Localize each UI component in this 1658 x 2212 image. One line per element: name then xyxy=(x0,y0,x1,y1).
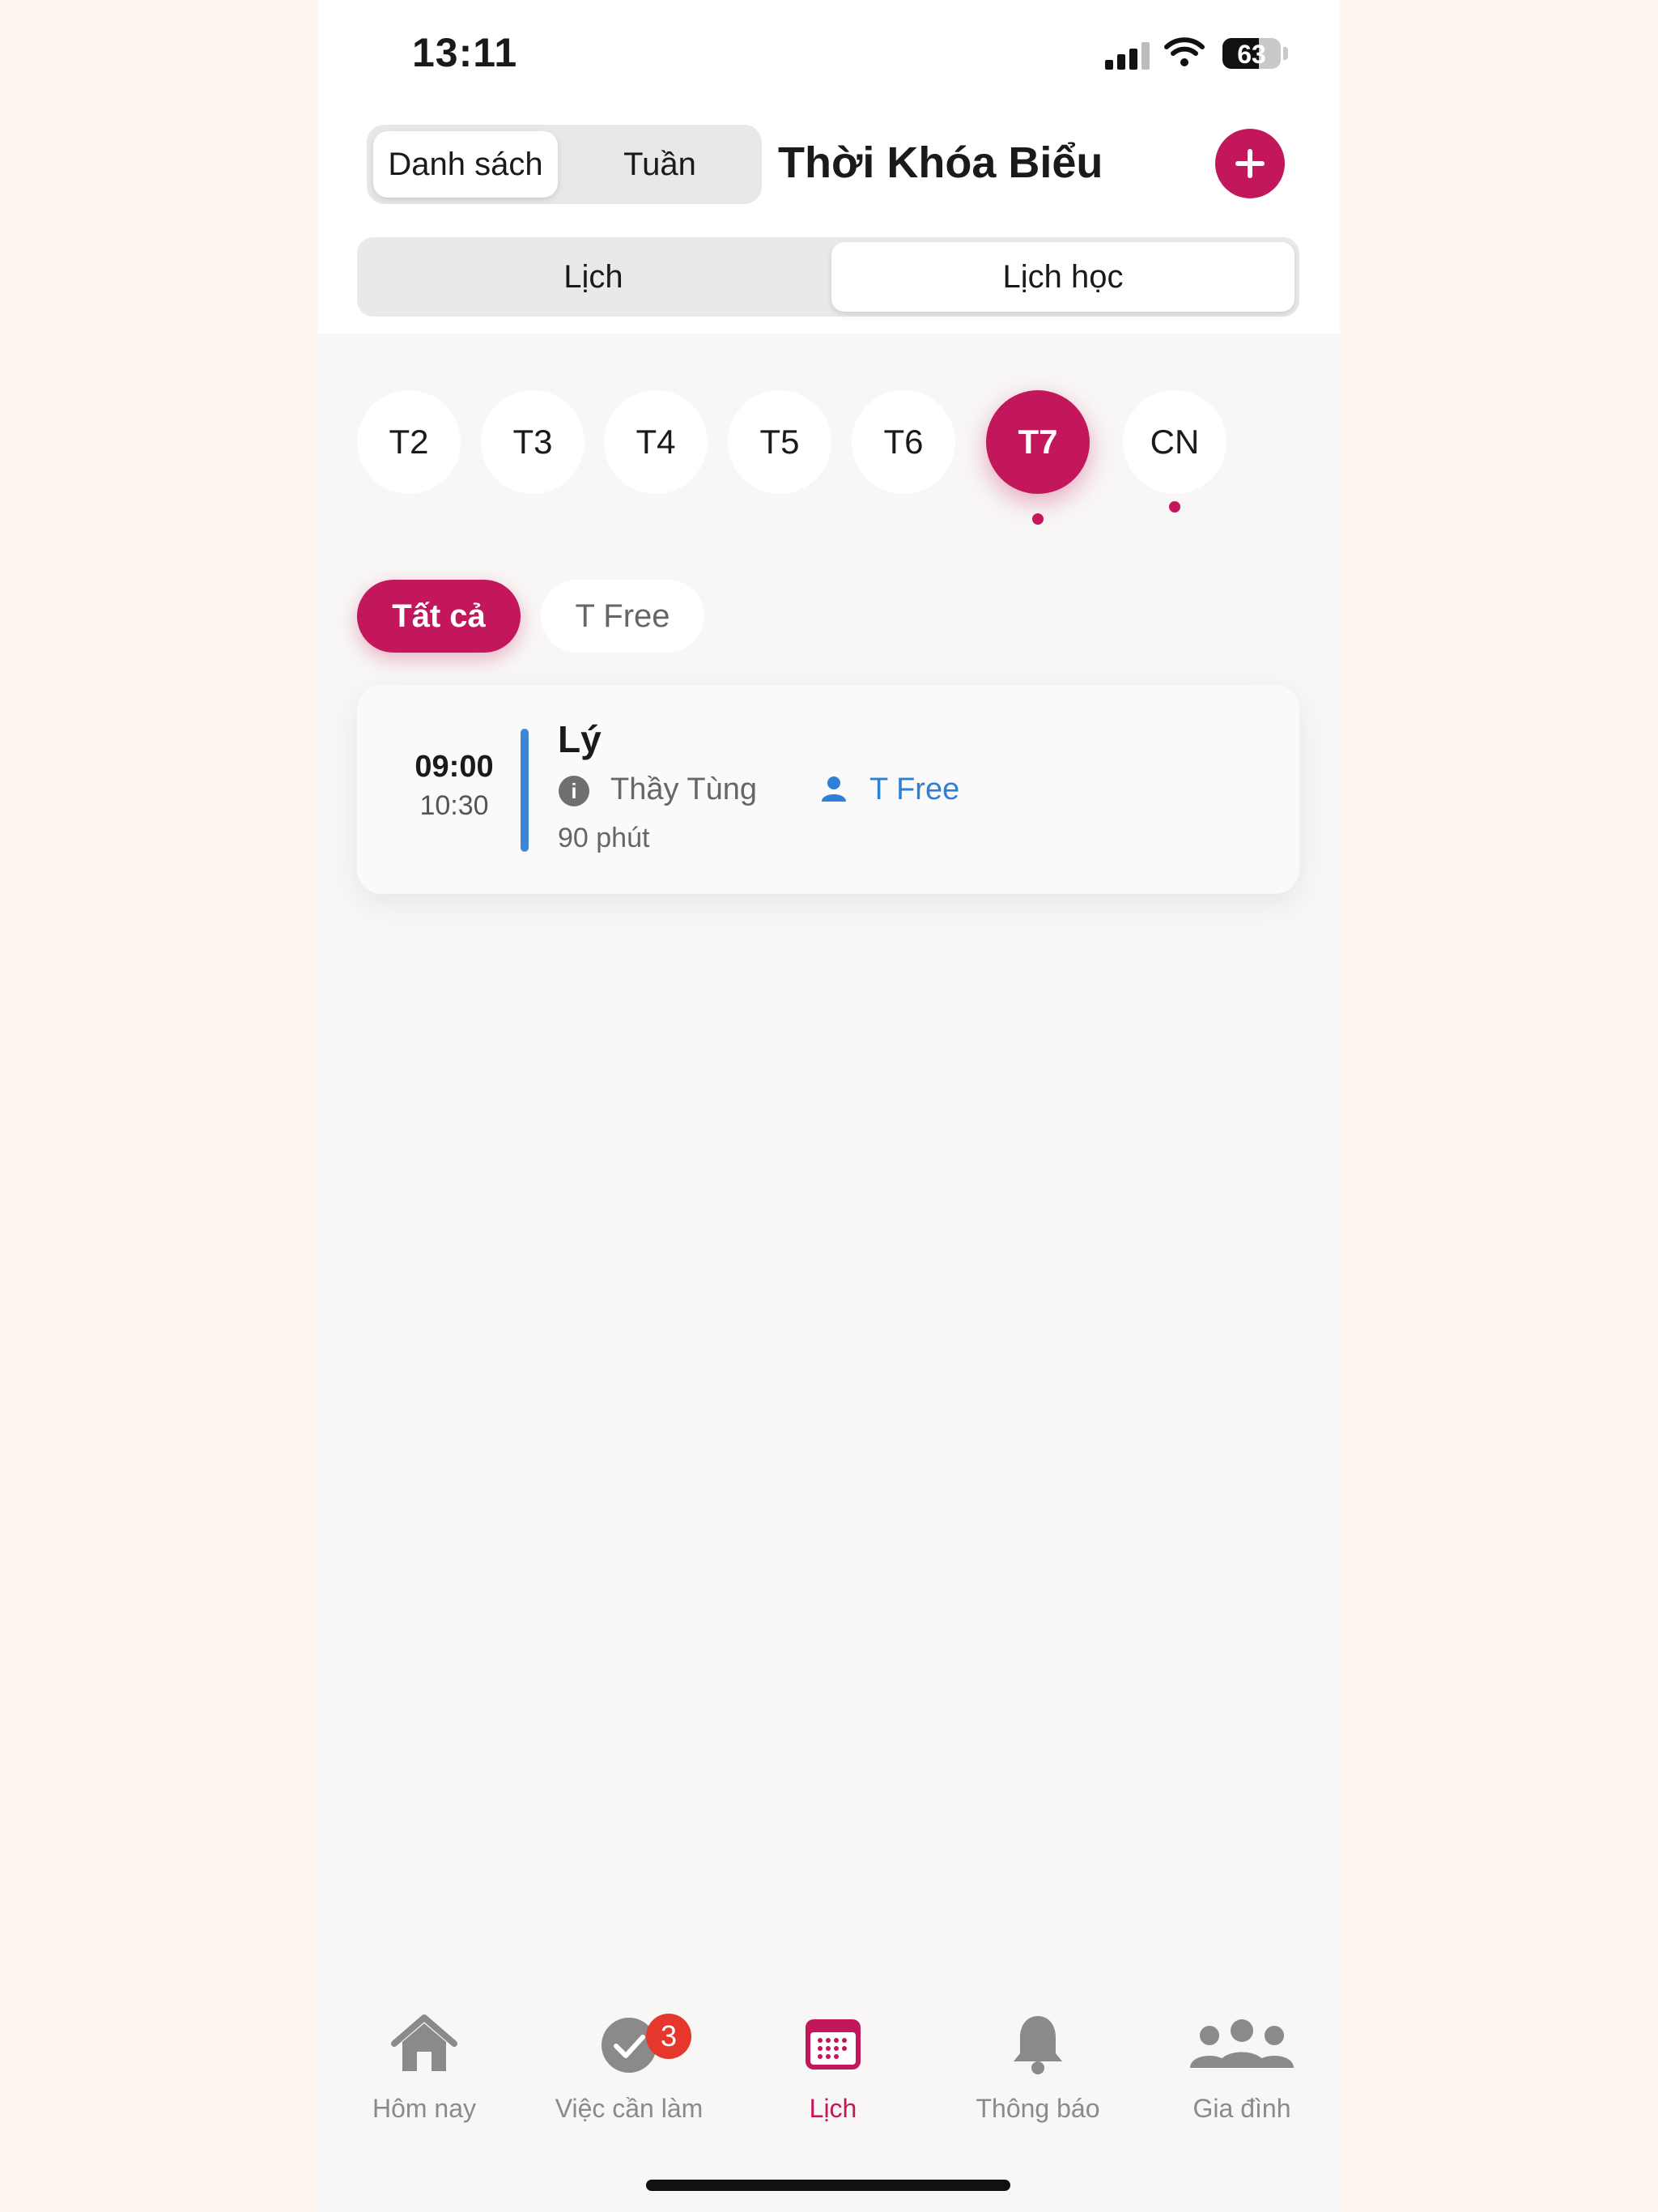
battery-percent: 63 xyxy=(1237,40,1266,69)
phone-screen: 13:11 63 Danh sách Tuần Thời Khóa Biểu L… xyxy=(318,0,1340,2212)
wifi-icon xyxy=(1164,37,1205,66)
day-cn[interactable]: CN xyxy=(1123,390,1226,494)
home-icon xyxy=(391,2014,457,2071)
home-indicator xyxy=(646,2180,1010,2191)
day-t7[interactable]: T7 xyxy=(986,390,1090,494)
class-teacher: Thầy Tùng xyxy=(610,772,757,806)
status-time: 13:11 xyxy=(412,30,518,75)
view-week-button[interactable]: Tuần xyxy=(564,131,755,198)
view-list-button[interactable]: Danh sách xyxy=(373,131,558,198)
filter-all-chip[interactable]: Tất cả xyxy=(357,580,521,653)
mode-tabs: Lịch Lịch học xyxy=(357,237,1299,317)
battery-cap xyxy=(1283,47,1288,60)
class-duration: 90 phút xyxy=(558,823,650,853)
calendar-icon xyxy=(806,2019,861,2069)
bell-icon xyxy=(1014,2016,1062,2074)
day-t3[interactable]: T3 xyxy=(481,390,585,494)
page-title: Thời Khóa Biểu xyxy=(778,138,1103,187)
day-t4[interactable]: T4 xyxy=(604,390,708,494)
nav-family-label: Gia đình xyxy=(1192,2094,1291,2123)
tab-class-schedule[interactable]: Lịch học xyxy=(831,242,1295,312)
day-t6[interactable]: T6 xyxy=(852,390,955,494)
nav-notifications-label: Thông báo xyxy=(976,2094,1100,2123)
nav-todo-label: Việc cần làm xyxy=(555,2094,704,2123)
signal-icon xyxy=(1105,42,1150,70)
event-dot-cn xyxy=(1169,501,1180,513)
class-card[interactable]: 09:00 10:30 Lý i Thầy Tùng T Free 90 phú… xyxy=(357,685,1299,894)
nav-todo[interactable]: Việc cần làm xyxy=(536,2011,722,2123)
nav-family[interactable]: Gia đình xyxy=(1149,2011,1335,2123)
family-icon xyxy=(1190,2019,1294,2068)
nav-notifications[interactable]: Thông báo xyxy=(945,2011,1131,2123)
filter-t-free-chip[interactable]: T Free xyxy=(541,580,704,653)
view-toggle: Danh sách Tuần xyxy=(367,125,762,204)
info-icon: i xyxy=(559,776,589,806)
tab-calendar[interactable]: Lịch xyxy=(362,242,825,312)
event-dot-t7 xyxy=(1032,513,1044,525)
nav-home[interactable]: Hôm nay xyxy=(331,2011,517,2123)
battery-icon: 63 xyxy=(1222,38,1281,69)
day-t2[interactable]: T2 xyxy=(357,390,461,494)
todo-count-badge: 3 xyxy=(646,2014,691,2059)
day-t5[interactable]: T5 xyxy=(728,390,831,494)
person-icon xyxy=(822,776,846,802)
nav-calendar-label: Lịch xyxy=(809,2094,857,2123)
class-color-bar xyxy=(521,729,529,852)
add-button[interactable] xyxy=(1215,129,1285,198)
nav-calendar[interactable]: Lịch xyxy=(740,2011,926,2123)
class-subject: Lý xyxy=(558,718,602,760)
class-student: T Free xyxy=(869,772,960,806)
nav-home-label: Hôm nay xyxy=(372,2094,477,2123)
